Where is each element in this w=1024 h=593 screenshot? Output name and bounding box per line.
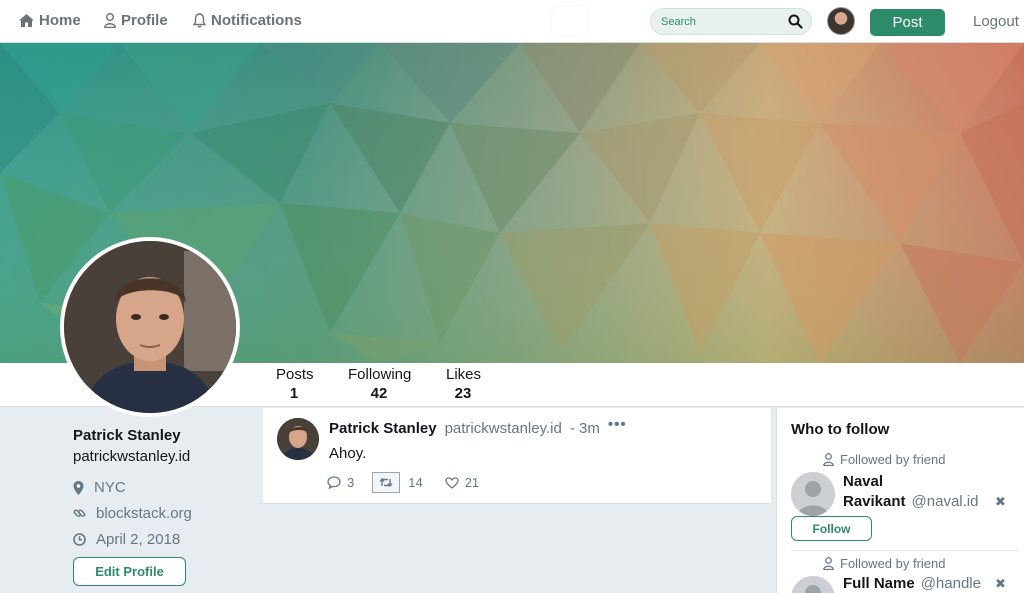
nav-profile[interactable]: Profile — [104, 12, 168, 29]
search-input[interactable] — [661, 13, 781, 31]
bell-icon — [193, 13, 206, 28]
profile-joined: April 2, 2018 — [73, 531, 253, 548]
clock-icon — [73, 533, 86, 546]
home-icon — [19, 14, 34, 27]
retweet-action[interactable]: 14 — [372, 472, 423, 493]
suggestion-handle: @handle — [920, 575, 981, 592]
dismiss-icon[interactable]: ✖ — [995, 494, 1006, 510]
suggestion-name-line1[interactable]: Naval — [843, 472, 883, 492]
who-to-follow-panel: Who to follow Followed by friend Naval R… — [776, 408, 1024, 593]
stat-likes-label: Likes — [446, 366, 482, 383]
stat-posts-label: Posts — [276, 366, 314, 383]
app-logo[interactable] — [552, 6, 587, 35]
suggestion-name-line1[interactable]: Full Name @handle — [843, 574, 981, 593]
followed-by: Followed by friend — [823, 452, 946, 467]
stat-following[interactable]: Following 42 — [348, 366, 412, 402]
profile-location: NYC — [73, 479, 253, 496]
post-text: Ahoy. — [329, 445, 367, 462]
profile-avatar[interactable] — [60, 237, 240, 417]
nav-profile-label: Profile — [121, 12, 168, 29]
like-count: 21 — [464, 475, 480, 490]
suggestion-avatar[interactable] — [791, 576, 835, 593]
stat-following-value: 42 — [370, 385, 388, 402]
profile-name: Patrick Stanley — [73, 427, 181, 444]
profile-joined-text: April 2, 2018 — [96, 531, 181, 548]
stat-posts[interactable]: Posts 1 — [276, 366, 314, 402]
post-actions: 3 14 21 — [327, 472, 479, 493]
map-pin-icon — [73, 480, 84, 495]
stat-likes[interactable]: Likes 23 — [446, 366, 482, 402]
suggestion-name-line2[interactable]: Ravikant @naval.id — [843, 492, 978, 512]
who-to-follow-title: Who to follow — [791, 421, 890, 438]
stat-posts-value: 1 — [289, 385, 299, 402]
dismiss-icon[interactable]: ✖ — [995, 576, 1006, 592]
nav-avatar[interactable] — [827, 7, 855, 35]
retweet-icon — [379, 477, 393, 488]
retweet-count: 14 — [408, 475, 423, 490]
followed-by-text: Followed by friend — [840, 452, 946, 467]
follow-button[interactable]: Follow — [791, 516, 872, 541]
suggestion-name: Full Name — [843, 575, 915, 592]
link-icon — [73, 509, 86, 517]
reply-icon — [327, 476, 341, 489]
suggestion-card: Followed by friend Naval Ravikant @naval.… — [791, 452, 1021, 552]
top-nav: Home Profile Notifications Post Logout — [0, 0, 1024, 43]
post-button[interactable]: Post — [870, 9, 945, 36]
profile-photo — [64, 241, 236, 413]
logout-link[interactable]: Logout — [973, 13, 1019, 30]
post-avatar[interactable] — [277, 418, 319, 460]
post-handle[interactable]: patrickwstanley.id — [445, 420, 562, 437]
post-author[interactable]: Patrick Stanley — [329, 420, 437, 437]
followed-by-text: Followed by friend — [840, 556, 946, 571]
reply-count: 3 — [347, 475, 355, 490]
nav-notifications-label: Notifications — [211, 12, 302, 29]
suggestion-avatar[interactable] — [791, 472, 835, 516]
user-icon — [104, 13, 116, 28]
nav-home-label: Home — [39, 12, 81, 29]
stat-likes-value: 23 — [454, 385, 472, 402]
nav-home[interactable]: Home — [19, 12, 81, 29]
profile-website[interactable]: blockstack.org — [73, 505, 253, 522]
nav-notifications[interactable]: Notifications — [193, 12, 302, 29]
like-action[interactable]: 21 — [445, 475, 479, 490]
stat-following-label: Following — [348, 366, 412, 383]
more-options-icon[interactable]: ••• — [608, 416, 627, 433]
suggestion-card: Followed by friend Full Name @handle ✖ — [791, 556, 1021, 593]
search-box — [650, 8, 812, 35]
user-icon — [823, 453, 834, 466]
followed-by: Followed by friend — [823, 556, 946, 571]
post-header: Patrick Stanley patrickwstanley.id - 3m … — [329, 416, 627, 437]
user-icon — [823, 557, 834, 570]
suggestion-name-rest: Ravikant — [843, 493, 906, 510]
post-time: - 3m — [569, 420, 600, 437]
profile-handle: patrickwstanley.id — [73, 448, 191, 465]
profile-location-text: NYC — [94, 479, 126, 496]
suggestion-handle: @naval.id — [911, 493, 979, 510]
reply-action[interactable]: 3 — [327, 475, 354, 490]
post-card: Patrick Stanley patrickwstanley.id - 3m … — [263, 408, 771, 504]
profile-info: Patrick Stanley patrickwstanley.id NYC b… — [73, 427, 253, 586]
heart-icon — [445, 476, 459, 489]
retweet-button[interactable] — [372, 472, 401, 493]
edit-profile-button[interactable]: Edit Profile — [73, 557, 186, 586]
search-icon[interactable] — [788, 14, 803, 29]
profile-website-text[interactable]: blockstack.org — [96, 505, 192, 522]
divider — [791, 550, 1019, 551]
